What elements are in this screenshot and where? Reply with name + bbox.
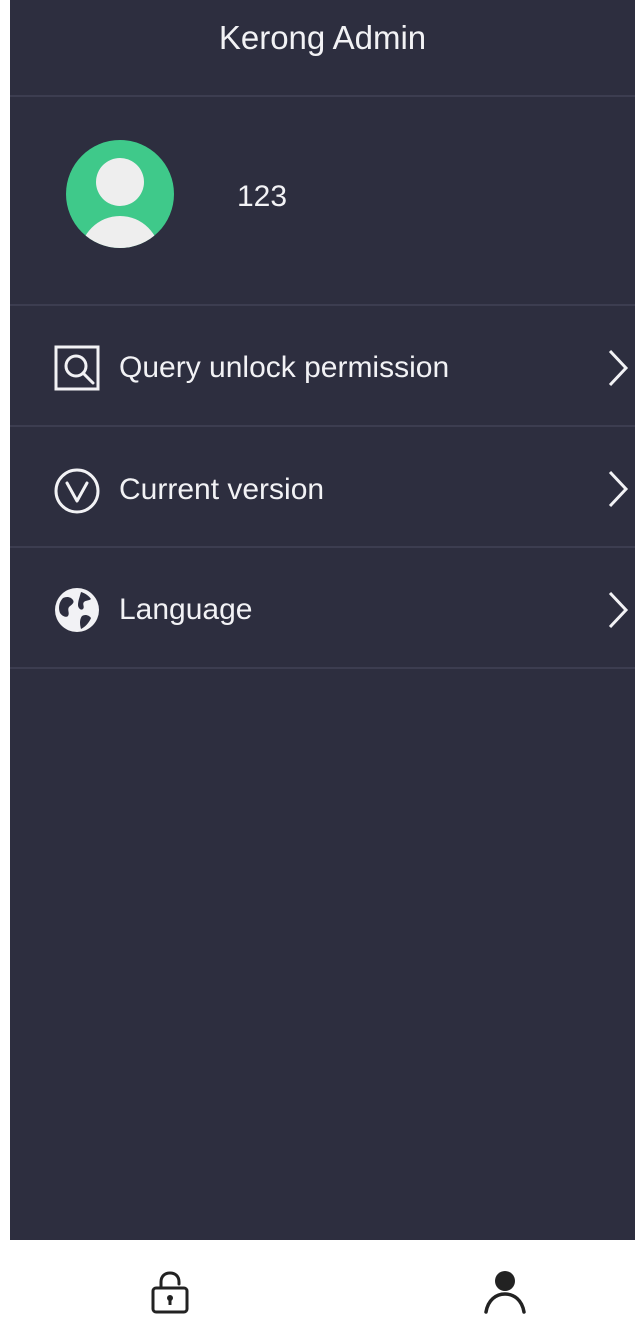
chevron-right-icon [608,591,629,629]
avatar-head [96,158,144,206]
username: 123 [237,180,288,213]
lock-icon [151,1271,189,1314]
version-icon [54,468,100,514]
tab-unlock[interactable] [130,1240,210,1317]
menu-item-current-version[interactable]: Current version [10,427,635,548]
chevron-right-icon [608,470,629,508]
person-icon [484,1271,526,1314]
title-bar: Kerong Admin [10,0,635,97]
bottom-tab-bar [0,1240,637,1317]
menu-item-label: Language [119,593,253,626]
globe-icon [55,588,99,632]
chevron-right-icon [608,349,629,387]
avatar-body [80,216,160,248]
page-title: Kerong Admin [218,19,427,56]
profile-section: 123 [10,97,635,306]
menu-item-query-unlock-permission[interactable]: Query unlock permission [10,306,635,427]
menu-item-language[interactable]: Language [10,548,635,669]
search-document-icon [54,345,100,391]
menu-item-label: Query unlock permission [119,351,450,384]
avatar[interactable] [66,140,174,248]
menu-item-label: Current version [119,473,325,506]
tab-profile[interactable] [465,1240,545,1317]
settings-screen: Kerong Admin 123 Query unlock permission… [10,0,635,1240]
